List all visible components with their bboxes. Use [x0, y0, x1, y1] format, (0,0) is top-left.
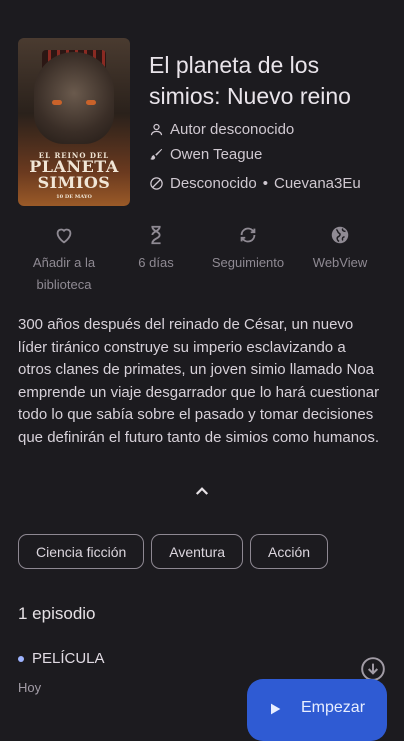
description[interactable]: 300 años después del reinado de César, u…: [18, 314, 380, 450]
brush-icon: [150, 148, 163, 160]
person-icon: [150, 123, 163, 136]
block-icon: [150, 177, 163, 190]
source-name: Cuevana3Eu: [273, 175, 361, 192]
episode-count[interactable]: 1 episodio: [18, 604, 96, 624]
poster-title: EL REINO DEL PLANETA SIMIOS 10 DE MAYO: [18, 152, 130, 200]
tracking-button[interactable]: Seguimiento: [202, 224, 294, 296]
meta-separator: •: [262, 175, 268, 192]
genre-chip[interactable]: Acción: [250, 534, 329, 569]
start-label: Empezar: [301, 699, 366, 716]
poster-ape-face: [34, 52, 114, 144]
genre-chips: Ciencia ficción Aventura Acción: [18, 534, 329, 569]
status-text: Desconocido: [170, 175, 257, 192]
poster-eye: [52, 100, 62, 105]
manga-title[interactable]: El planeta de los simios: Nuevo reino: [149, 50, 389, 112]
episode-title: PELÍCULA: [32, 650, 105, 667]
artist-name: Owen Teague: [170, 146, 263, 163]
poster-title-line2: SIMIOS: [37, 173, 111, 192]
poster-eye: [86, 100, 96, 105]
artist-row[interactable]: Owen Teague: [149, 146, 262, 163]
cover-image[interactable]: EL REINO DEL PLANETA SIMIOS 10 DE MAYO: [18, 38, 130, 206]
hourglass-icon: [151, 225, 161, 245]
add-to-library-button[interactable]: Añadir a la biblioteca: [18, 224, 110, 296]
genre-chip[interactable]: Ciencia ficción: [18, 534, 145, 569]
add-to-library-label: Añadir a la biblioteca: [32, 255, 96, 292]
episode-item[interactable]: PELÍCULA: [18, 650, 105, 667]
genre-chip[interactable]: Aventura: [151, 534, 244, 569]
globe-icon: [331, 226, 349, 244]
webview-label: WebView: [312, 255, 368, 270]
status-row: Desconocido • Cuevana3Eu: [149, 175, 361, 192]
episode-date: Hoy: [18, 680, 42, 695]
update-interval-button[interactable]: 6 días: [110, 224, 202, 296]
unread-dot: [18, 655, 24, 662]
poster-date: 10 DE MAYO: [56, 194, 92, 200]
webview-button[interactable]: WebView: [294, 224, 386, 296]
chevron-up-icon[interactable]: [193, 482, 211, 500]
start-button[interactable]: Empezar: [247, 679, 387, 741]
sync-icon: [240, 227, 256, 243]
author-name: Autor desconocido: [170, 121, 295, 138]
heart-outline-icon: [56, 228, 72, 244]
tracking-label: Seguimiento: [211, 255, 285, 270]
play-icon: [271, 703, 281, 715]
action-bar: Añadir a la biblioteca 6 días Seguimient…: [18, 224, 386, 296]
author-row[interactable]: Autor desconocido: [149, 121, 294, 138]
update-interval-label: 6 días: [138, 255, 174, 270]
